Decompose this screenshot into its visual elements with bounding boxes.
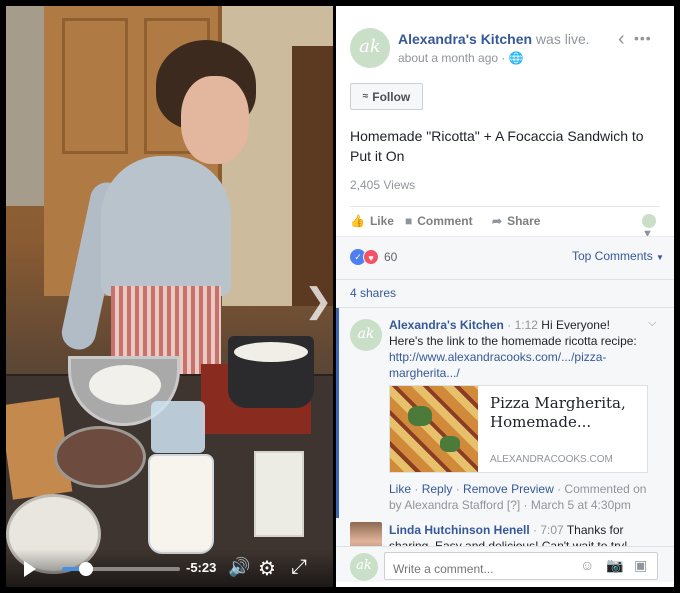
progress-track[interactable] [62,562,180,576]
comment-video-time[interactable]: 1:12 [515,318,538,332]
comment-sort-dropdown[interactable]: Top Comments ▼ [572,249,664,263]
settings-gear-icon[interactable]: ⚙ [258,556,276,581]
view-count: 2,405 Views [350,178,416,192]
comment-separator: · [507,318,512,332]
like-button[interactable]: 👍 Like [350,214,394,228]
share-label: Share [507,214,541,228]
preview-domain: ALEXANDRACOOKS.COM [490,454,613,465]
comment-icon: ■ [405,214,413,228]
divider [336,279,674,280]
comment-label: Comment [417,214,473,228]
comment-footer: Like · Reply · Remove Preview · Commente… [389,482,647,512]
video-scene-person-face [181,76,249,164]
reaction-count: 60 [384,250,398,264]
video-scene-milk-jug [148,454,214,554]
more-options-icon[interactable]: ••• [634,30,652,46]
comment-author[interactable]: Alexandra's Kitchen [389,318,504,332]
progress-handle[interactable] [78,562,93,576]
preview-image [390,386,478,472]
page-name-link[interactable]: Alexandra's Kitchen [398,31,532,47]
video-scene-door [292,46,333,306]
video-scene-small-bowl [54,426,146,488]
video-scene-measuring-cup [151,401,205,453]
comment-like-link[interactable]: Like [389,482,411,496]
post-side-panel: ak Alexandra's Kitchen was live. about a… [336,6,674,587]
video-scene-person-body [101,156,231,296]
post-timestamp[interactable]: about a month ago [398,51,498,65]
comment-options-icon[interactable]: ⌵ [648,317,656,330]
mini-avatar [642,214,656,228]
comment-composer: ak ☺ 📷 ▣ [336,546,674,582]
next-arrow-icon[interactable]: ❯ [304,284,333,318]
video-player[interactable]: ❯ -5:23 🔊 ⚙ ⤢ [6,6,333,587]
video-scene-pot [228,336,314,408]
composer-avatar: ak [350,553,378,581]
follow-button[interactable]: ≈ Follow [350,83,423,110]
volume-icon[interactable]: 🔊 [228,557,250,578]
comment-avatar[interactable]: ak [350,319,382,351]
comment-reply-link[interactable]: Reply [422,482,453,496]
comment-author[interactable]: Linda Hutchinson Henell [389,523,530,537]
like-icon: 👍 [350,214,365,228]
sticker-icon[interactable]: ▣ [634,557,647,574]
link-preview-card[interactable]: Pizza Margherita, Homemade... ALEXANDRAC… [389,385,648,473]
remove-preview-link[interactable]: Remove Preview [463,482,554,496]
camera-icon[interactable]: 📷 [606,557,623,574]
pinned-comment-highlight [336,308,339,518]
like-label: Like [369,214,394,228]
post-title: Homemade "Ricotta" + A Focaccia Sandwich… [350,128,644,164]
love-reaction-icon: ♥ [363,249,379,265]
comment-separator: · [533,523,538,537]
rss-icon: ≈ [362,91,369,102]
page-name-line: Alexandra's Kitchen was live. [398,31,590,47]
page-avatar[interactable]: ak [350,28,390,68]
reactions-section: ✓ ♥ 60 Top Comments ▼ 4 shares ak Alexan… [336,236,674,582]
video-scene-window [6,6,44,206]
play-icon[interactable] [24,561,36,577]
comment-video-time[interactable]: 7:07 [540,523,563,537]
chevron-left-icon[interactable]: ‹ [618,28,625,51]
globe-icon: 🌐 [508,51,524,65]
share-button[interactable]: ➦ Share [492,214,540,228]
post-actions: 👍 Like ■ Comment ➦ Share ▼ [350,206,660,240]
share-count-link[interactable]: 4 shares [350,286,396,300]
video-controls: -5:23 🔊 ⚙ ⤢ [6,549,333,587]
time-remaining: -5:23 [186,560,217,575]
preview-title: Pizza Margherita, Homemade... [490,394,626,431]
comment-link[interactable]: http://www.alexandracooks.com/.../pizza-… [389,350,606,380]
fullscreen-icon[interactable]: ⤢ [291,556,307,579]
divider [336,307,674,308]
follow-label: Follow [372,89,411,104]
share-icon: ➦ [492,214,503,228]
chevron-down-icon: ▼ [656,253,664,262]
reaction-summary[interactable]: ✓ ♥ 60 [350,249,397,265]
video-scene-carton [254,451,304,537]
emoji-icon[interactable]: ☺ [580,557,594,573]
live-status: was live. [532,31,590,47]
comment-body: Alexandra's Kitchen · 1:12 Hi Everyone! … [389,317,647,381]
post-meta: about a month ago · 🌐 [398,51,524,65]
comment-sort-label: Top Comments [572,249,653,263]
comment-button[interactable]: ■ Comment [405,214,473,228]
